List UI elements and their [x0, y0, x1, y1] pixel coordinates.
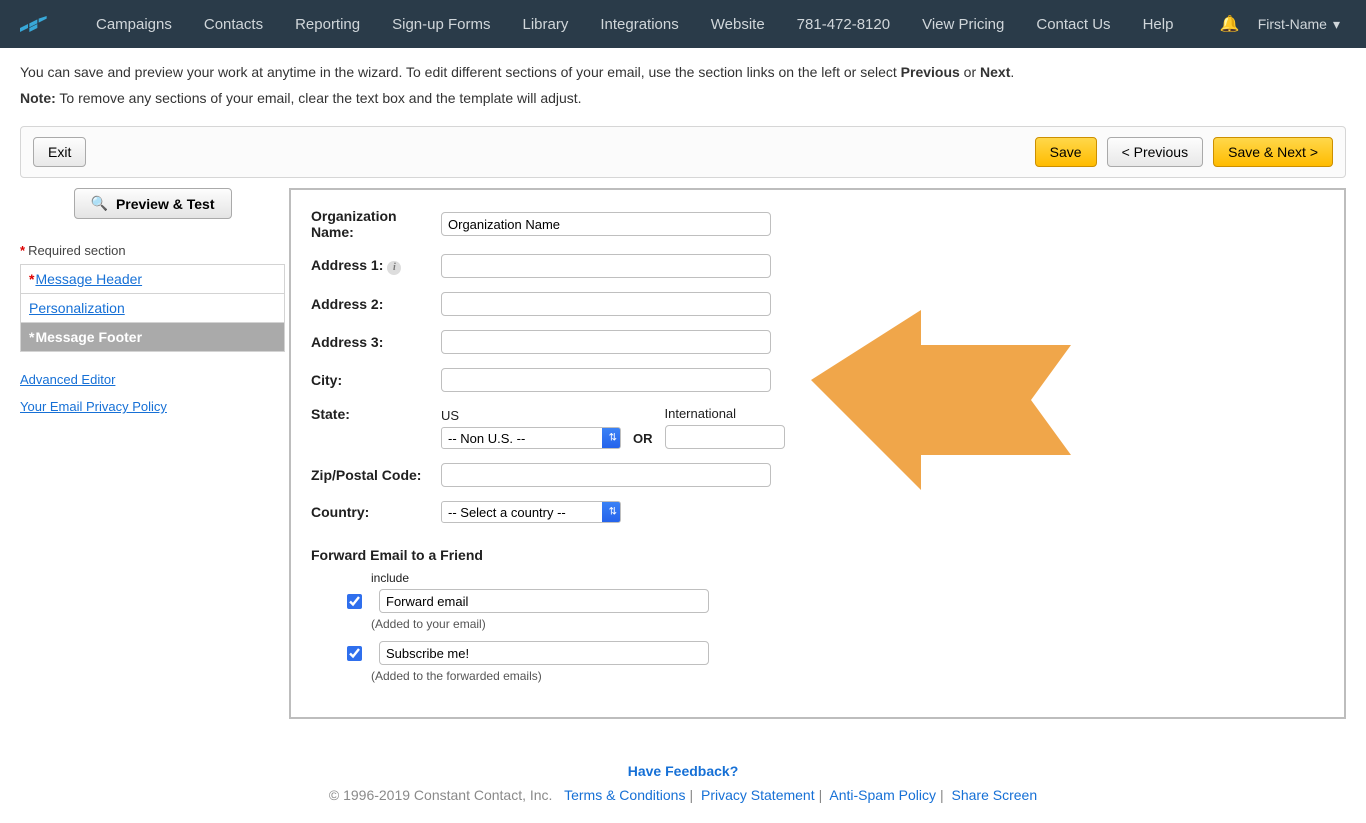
nav-items: Campaigns Contacts Reporting Sign-up For… — [80, 0, 1208, 48]
nav-website[interactable]: Website — [695, 0, 781, 48]
zip-input[interactable] — [441, 463, 771, 487]
section-message-footer[interactable]: *Message Footer — [21, 323, 284, 352]
nav-help[interactable]: Help — [1127, 0, 1190, 48]
addr1-label: Address 1:i — [311, 257, 441, 275]
nav-signup[interactable]: Sign-up Forms — [376, 0, 506, 48]
copyright: © 1996-2019 Constant Contact, Inc. — [329, 787, 553, 803]
subscribe-checkbox[interactable] — [347, 646, 362, 661]
org-label: Organization Name: — [311, 208, 441, 240]
state-us-label: US — [441, 408, 621, 423]
antispam-link[interactable]: Anti-Spam Policy — [829, 787, 936, 803]
subscribe-hint: (Added to the forwarded emails) — [371, 669, 1324, 683]
share-link[interactable]: Share Screen — [952, 787, 1038, 803]
page-footer: Have Feedback? © 1996-2019 Constant Cont… — [0, 739, 1366, 823]
intro-prev: Previous — [901, 64, 960, 80]
addr2-label: Address 2: — [311, 296, 441, 312]
toolbar-right: Save < Previous Save & Next > — [1035, 137, 1333, 167]
main-area: 🔍 Preview & Test *Required section *Mess… — [0, 188, 1366, 739]
wizard-toolbar: Exit Save < Previous Save & Next > — [20, 126, 1346, 178]
include-label: include — [371, 571, 1324, 585]
subscribe-input[interactable] — [379, 641, 709, 665]
preview-label: Preview & Test — [116, 196, 215, 212]
section-list: *Message Header Personalization *Message… — [20, 264, 285, 352]
top-nav: Campaigns Contacts Reporting Sign-up For… — [0, 0, 1366, 48]
bell-icon[interactable]: 🔔 — [1208, 14, 1252, 34]
state-or: OR — [633, 431, 653, 449]
intro-note-label: Note: — [20, 90, 56, 106]
state-select[interactable]: -- Non U.S. -- — [441, 427, 621, 449]
sidebar: 🔍 Preview & Test *Required section *Mess… — [20, 188, 285, 414]
save-next-button[interactable]: Save & Next > — [1213, 137, 1333, 167]
forward-input[interactable] — [379, 589, 709, 613]
exit-button[interactable]: Exit — [33, 137, 86, 167]
previous-button[interactable]: < Previous — [1107, 137, 1204, 167]
nav-contact-us[interactable]: Contact Us — [1020, 0, 1126, 48]
user-name: First-Name — [1258, 16, 1327, 32]
forward-checkbox[interactable] — [347, 594, 362, 609]
info-icon[interactable]: i — [387, 261, 401, 275]
advanced-editor-link[interactable]: Advanced Editor — [20, 372, 285, 387]
nav-contacts[interactable]: Contacts — [188, 0, 279, 48]
address2-input[interactable] — [441, 292, 771, 316]
terms-link[interactable]: Terms & Conditions — [564, 787, 685, 803]
addr3-label: Address 3: — [311, 334, 441, 350]
address1-input[interactable] — [441, 254, 771, 278]
state-intl-label: International — [665, 406, 785, 421]
required-section-label: *Required section — [20, 243, 285, 258]
forward-header: Forward Email to a Friend — [311, 547, 1324, 563]
section-personalization[interactable]: Personalization — [21, 294, 284, 323]
zip-label: Zip/Postal Code: — [311, 467, 441, 483]
country-select[interactable]: -- Select a country -- — [441, 501, 621, 523]
brand-logo[interactable] — [20, 12, 60, 36]
sidebar-links: Advanced Editor Your Email Privacy Polic… — [20, 372, 285, 414]
forward-hint: (Added to your email) — [371, 617, 1324, 631]
nav-campaigns[interactable]: Campaigns — [80, 0, 188, 48]
feedback-link[interactable]: Have Feedback? — [628, 763, 739, 779]
city-label: City: — [311, 372, 441, 388]
nav-reporting[interactable]: Reporting — [279, 0, 376, 48]
country-label: Country: — [311, 504, 441, 520]
section-message-header[interactable]: *Message Header — [21, 265, 284, 294]
intro-text: You can save and preview your work at an… — [0, 48, 1366, 126]
search-icon: 🔍 — [91, 195, 108, 212]
nav-pricing[interactable]: View Pricing — [906, 0, 1020, 48]
state-label: State: — [311, 406, 441, 422]
city-input[interactable] — [441, 368, 771, 392]
intro-note-text: To remove any sections of your email, cl… — [56, 90, 582, 106]
privacy-policy-link[interactable]: Your Email Privacy Policy — [20, 399, 285, 414]
nav-library[interactable]: Library — [507, 0, 585, 48]
address3-input[interactable] — [441, 330, 771, 354]
save-button[interactable]: Save — [1035, 137, 1097, 167]
privacy-link[interactable]: Privacy Statement — [701, 787, 815, 803]
preview-test-button[interactable]: 🔍 Preview & Test — [74, 188, 232, 219]
editor-panel: Organization Name: Address 1:i Address 2… — [289, 188, 1346, 719]
intro-line1: You can save and preview your work at an… — [20, 64, 901, 80]
nav-phone[interactable]: 781-472-8120 — [781, 0, 906, 48]
chevron-down-icon: ▾ — [1333, 16, 1340, 33]
intro-next: Next — [980, 64, 1010, 80]
org-name-input[interactable] — [441, 212, 771, 236]
state-intl-input[interactable] — [665, 425, 785, 449]
user-menu[interactable]: First-Name ▾ — [1252, 16, 1346, 33]
nav-integrations[interactable]: Integrations — [584, 0, 694, 48]
